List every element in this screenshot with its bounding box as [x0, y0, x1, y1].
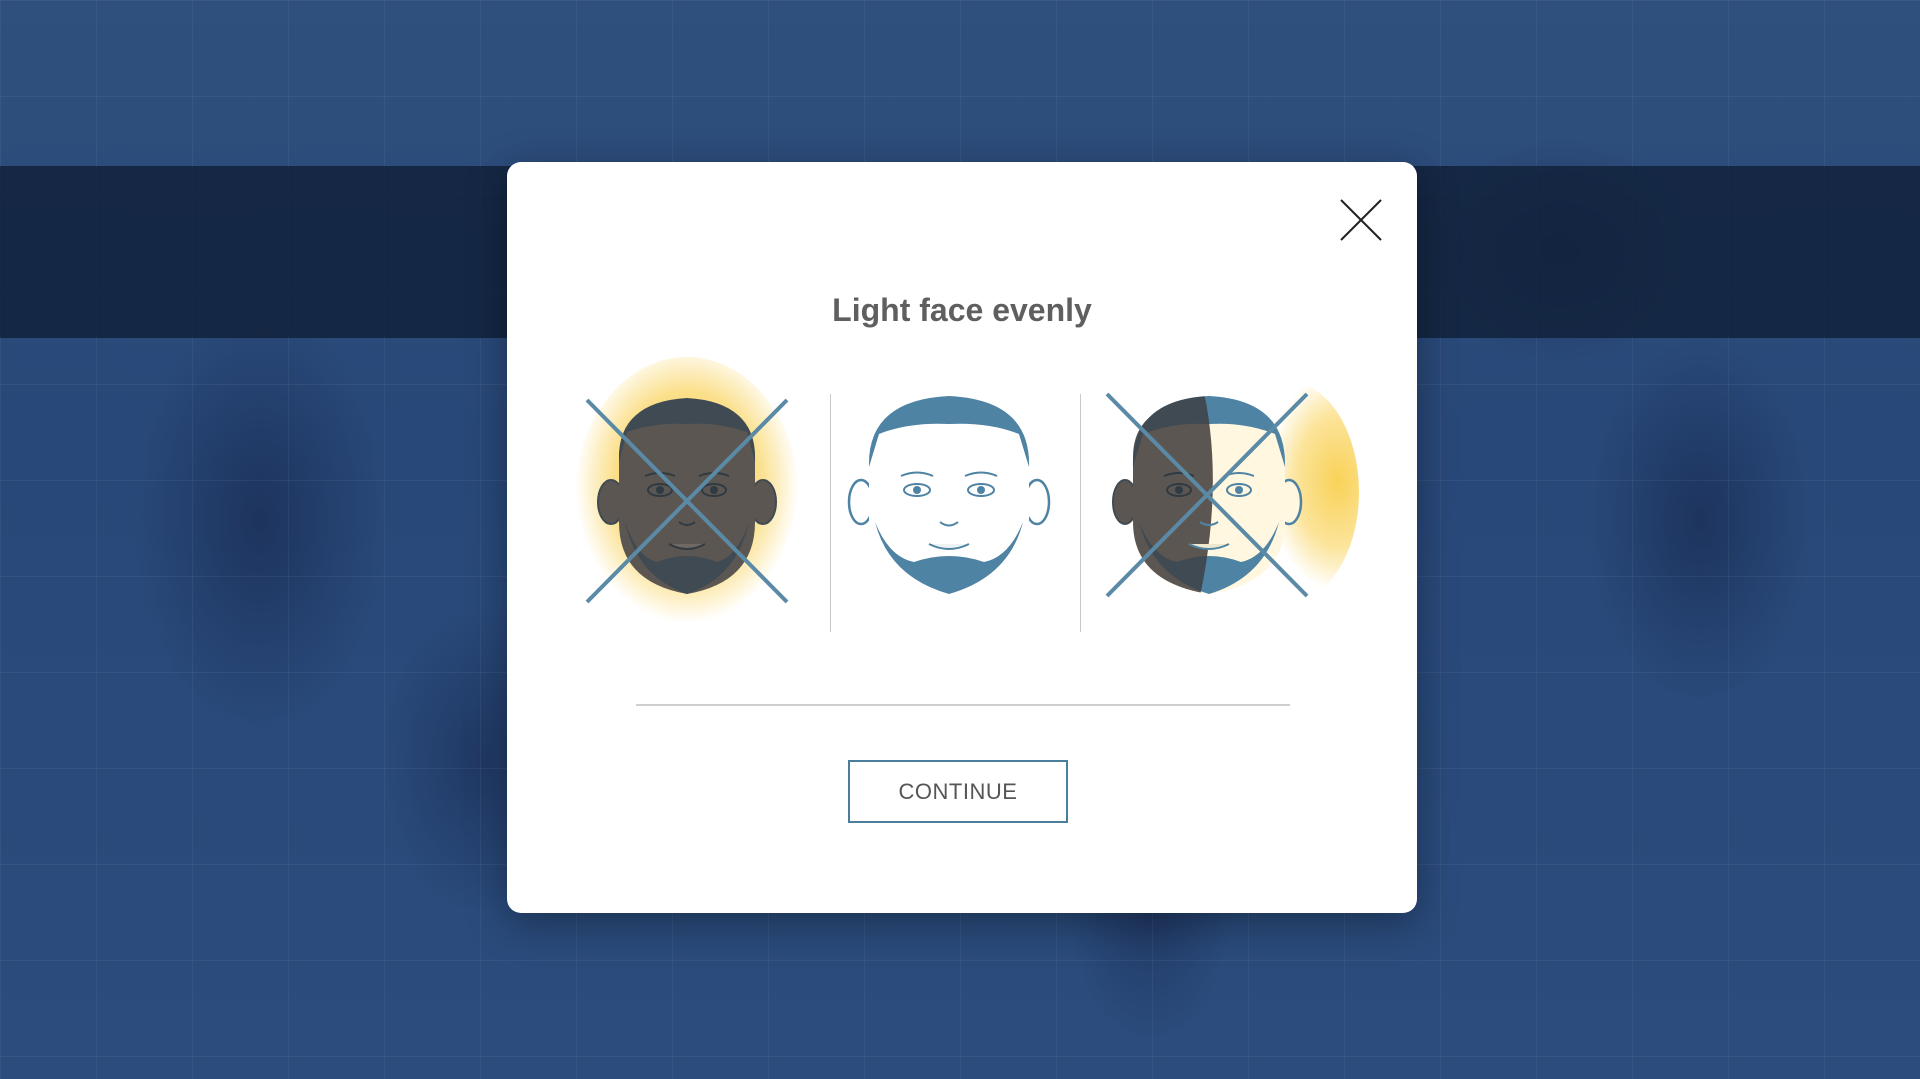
face-even-example	[829, 372, 1069, 622]
close-button[interactable]	[1337, 196, 1385, 244]
example-divider	[1080, 394, 1081, 632]
lighting-examples	[567, 357, 1359, 637]
modal-title: Light face evenly	[832, 292, 1092, 328]
continue-button[interactable]: CONTINUE	[848, 760, 1068, 823]
face-backlit-icon	[575, 357, 799, 637]
face-side-example	[1089, 372, 1359, 622]
close-icon	[1340, 199, 1382, 241]
section-divider	[636, 704, 1290, 706]
face-backlit-example	[567, 357, 807, 637]
face-side-lit-icon	[1105, 382, 1359, 602]
face-even-light-icon	[847, 396, 1051, 594]
lighting-tip-modal: Light face evenly CONTINUE	[507, 162, 1417, 913]
